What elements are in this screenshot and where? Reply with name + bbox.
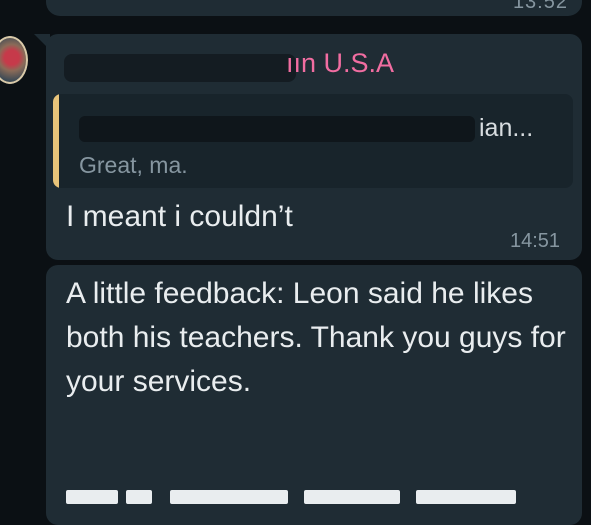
next-message-text: A little feedback: Leon said he likes bo… bbox=[66, 277, 566, 398]
quoted-author-text: ian... bbox=[479, 114, 534, 142]
redaction-mark bbox=[64, 54, 296, 82]
quoted-reply[interactable]: ian... Great, ma. bbox=[53, 94, 573, 188]
sender-name[interactable]: ıın U.S.A bbox=[64, 46, 414, 86]
avatar-ring bbox=[0, 36, 28, 84]
message-text: I meant i couldn’t bbox=[66, 200, 293, 233]
message-time: 14:51 bbox=[510, 230, 561, 252]
previous-message-time: 13:52 bbox=[512, 0, 568, 13]
quoted-reply-author: ian... bbox=[79, 114, 559, 144]
quoted-reply-snippet: Great, ma. bbox=[79, 152, 188, 178]
sender-avatar[interactable] bbox=[0, 36, 28, 84]
quote-bar bbox=[53, 94, 59, 188]
previous-message-bubble[interactable]: 13:52 bbox=[46, 0, 582, 16]
sender-name-text: ıın U.S.A bbox=[286, 48, 395, 78]
redaction-mark bbox=[79, 116, 475, 142]
cropped-text-line bbox=[66, 490, 571, 510]
